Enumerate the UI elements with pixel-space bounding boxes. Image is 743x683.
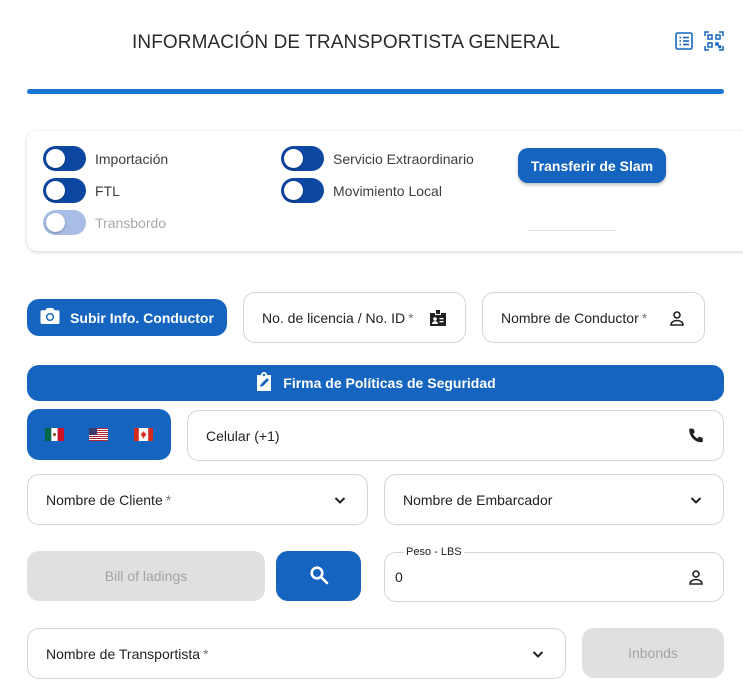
shipper-name-label: Nombre de Embarcador (403, 491, 553, 508)
search-icon (309, 565, 329, 588)
required-mark: * (203, 645, 209, 662)
person-icon (687, 568, 705, 586)
bill-of-ladings-button[interactable]: Bill of ladings (27, 551, 265, 601)
divider-line (528, 230, 616, 231)
upload-driver-info-label: Subir Info. Conductor (70, 309, 214, 326)
canada-flag-icon[interactable] (134, 428, 154, 441)
list-icon[interactable] (674, 31, 694, 51)
driver-name-field[interactable]: Nombre de Conductor * (482, 292, 705, 343)
switch-ftl[interactable] (43, 178, 86, 203)
client-name-select[interactable]: Nombre de Cliente * (27, 474, 368, 525)
required-mark: * (408, 309, 414, 326)
clipboard-edit-icon (255, 371, 273, 395)
toggle-movimiento-local[interactable]: Movimiento Local (281, 178, 442, 203)
required-mark: * (165, 491, 172, 508)
search-button[interactable] (276, 551, 361, 601)
required-mark: * (641, 309, 648, 326)
weight-field-label: Peso - LBS (404, 546, 464, 558)
chevron-down-icon[interactable] (529, 645, 547, 663)
toggle-transbordo: Transbordo (43, 210, 166, 235)
chevron-down-icon[interactable] (331, 491, 349, 509)
license-id-field[interactable]: No. de licencia / No. ID * (243, 292, 466, 343)
security-policy-signature-button[interactable]: Firma de Políticas de Seguridad (27, 365, 724, 401)
toggle-importacion[interactable]: Importación (43, 146, 168, 171)
toggle-label-movimiento-local: Movimiento Local (333, 182, 442, 199)
client-name-label: Nombre de Cliente (46, 491, 163, 508)
switch-servicio-extraordinario[interactable] (281, 146, 324, 171)
country-selector[interactable] (27, 409, 171, 460)
phone-label: Celular (+1) (206, 427, 280, 444)
usa-flag-icon[interactable] (89, 428, 109, 441)
toggle-label-servicio-extraordinario: Servicio Extraordinario (333, 150, 474, 167)
toggle-label-transbordo: Transbordo (95, 214, 167, 231)
switch-transbordo (43, 210, 86, 235)
security-policy-signature-label: Firma de Políticas de Seguridad (283, 375, 496, 391)
person-icon (668, 309, 686, 327)
toggle-label-ftl: FTL (95, 182, 120, 199)
upload-driver-info-button[interactable]: Subir Info. Conductor (27, 299, 227, 336)
toggle-ftl[interactable]: FTL (43, 178, 120, 203)
toggle-servicio-extraordinario[interactable]: Servicio Extraordinario (281, 146, 474, 171)
phone-field[interactable]: Celular (+1) (187, 410, 724, 461)
phone-icon (687, 427, 705, 445)
qr-scan-icon[interactable] (704, 31, 724, 51)
shipper-name-select[interactable]: Nombre de Embarcador (384, 474, 724, 525)
chevron-down-icon[interactable] (687, 491, 705, 509)
transfer-slam-button[interactable]: Transferir de Slam (518, 148, 666, 183)
carrier-name-select[interactable]: Nombre de Transportista * (27, 628, 566, 679)
inbonds-button[interactable]: Inbonds (582, 628, 724, 678)
mexico-flag-icon[interactable] (44, 428, 64, 441)
switch-movimiento-local[interactable] (281, 178, 324, 203)
weight-value: 0 (395, 569, 403, 585)
camera-icon (40, 307, 60, 328)
driver-name-label: Nombre de Conductor (501, 309, 639, 326)
carrier-name-label: Nombre de Transportista (46, 645, 201, 662)
header-divider-bar (27, 89, 724, 94)
weight-lbs-field[interactable]: 0 (384, 552, 724, 602)
switch-importacion[interactable] (43, 146, 86, 171)
toggle-label-importacion: Importación (95, 150, 169, 167)
license-id-label: No. de licencia / No. ID (262, 309, 406, 326)
page-title: INFORMACIÓN DE TRANSPORTISTA GENERAL (132, 32, 561, 53)
id-badge-icon (429, 309, 447, 327)
